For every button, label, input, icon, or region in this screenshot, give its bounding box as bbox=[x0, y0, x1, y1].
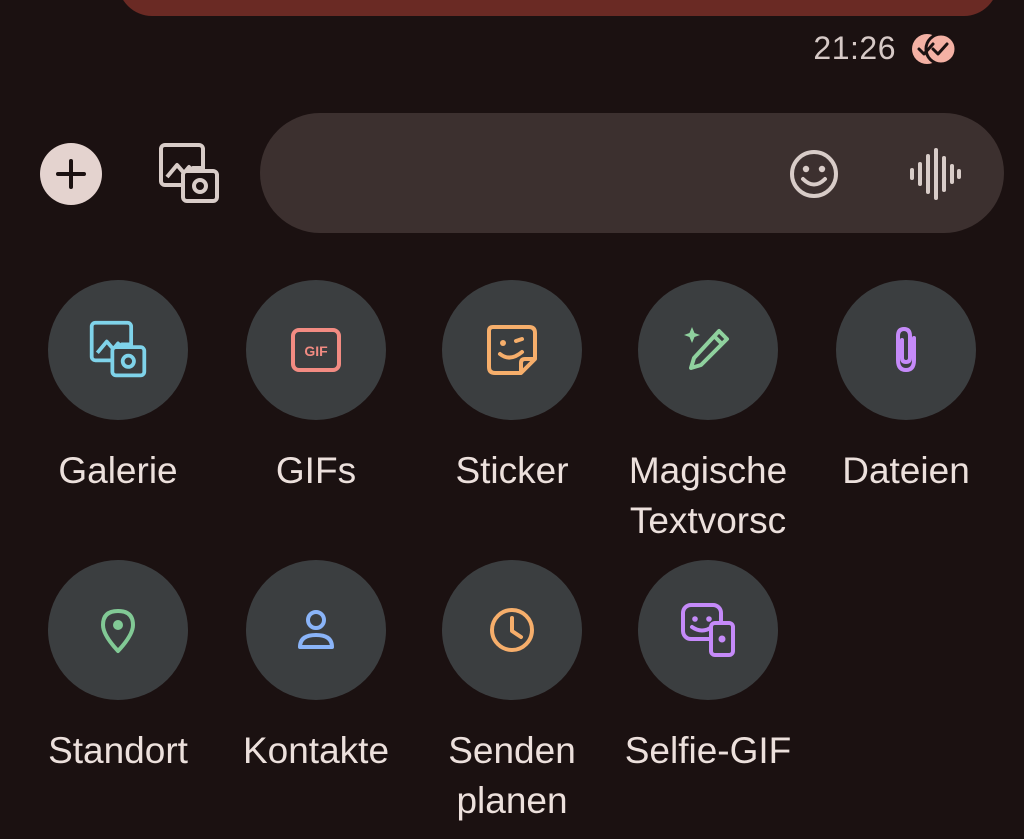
attach-files[interactable]: Dateien bbox=[808, 280, 1004, 496]
attach-files-circle[interactable] bbox=[836, 280, 976, 420]
attach-gallery[interactable]: Galerie bbox=[20, 280, 216, 496]
attach-sticker-label: Sticker bbox=[455, 450, 569, 491]
attach-gifs-circle[interactable]: GIF bbox=[246, 280, 386, 420]
add-attachment-button[interactable] bbox=[40, 143, 102, 205]
attach-magic-compose[interactable]: Magische Textvorsc bbox=[610, 280, 806, 546]
svg-text:GIF: GIF bbox=[304, 343, 328, 359]
voice-message-button[interactable] bbox=[906, 146, 962, 202]
sticker-icon bbox=[487, 325, 537, 375]
message-bubble[interactable] bbox=[118, 0, 998, 16]
attach-magic-compose-label: Magische Textvorsc bbox=[628, 450, 788, 541]
gallery-camera-icon bbox=[159, 143, 219, 203]
attach-gifs-label: GIFs bbox=[275, 450, 357, 491]
read-receipt-icon bbox=[910, 32, 958, 66]
emoji-button[interactable] bbox=[786, 146, 842, 202]
gallery-camera-icon bbox=[89, 320, 147, 378]
selfie-gif-icon bbox=[681, 603, 735, 657]
attach-schedule-send[interactable]: Senden planen bbox=[414, 560, 610, 826]
gallery-button[interactable] bbox=[156, 141, 222, 207]
clock-icon bbox=[490, 608, 534, 652]
attach-location[interactable]: Standort bbox=[20, 560, 216, 776]
attach-schedule-send-label: Senden planen bbox=[448, 730, 576, 821]
attach-location-label: Standort bbox=[48, 730, 188, 771]
attach-sticker[interactable]: Sticker bbox=[414, 280, 610, 496]
attach-contacts-label: Kontakte bbox=[242, 730, 390, 771]
attach-selfie-gif[interactable]: Selfie-GIF bbox=[610, 560, 806, 776]
plus-icon bbox=[56, 159, 86, 189]
paperclip-icon bbox=[896, 326, 916, 373]
attach-selfie-gif-circle[interactable] bbox=[638, 560, 778, 700]
contact-person-icon bbox=[298, 610, 334, 649]
emoji-icon bbox=[790, 150, 838, 198]
attach-schedule-send-circle[interactable] bbox=[442, 560, 582, 700]
magic-pen-icon bbox=[684, 327, 729, 370]
attach-location-circle[interactable] bbox=[48, 560, 188, 700]
attach-gifs[interactable]: GIF GIFs bbox=[218, 280, 414, 496]
location-pin-icon bbox=[101, 609, 135, 653]
voice-waveform-icon bbox=[910, 148, 961, 200]
compose-bar bbox=[0, 113, 1024, 233]
attach-gallery-circle[interactable] bbox=[48, 280, 188, 420]
message-meta: 21:26 bbox=[813, 30, 958, 67]
attach-magic-compose-circle[interactable] bbox=[638, 280, 778, 420]
attach-selfie-gif-label: Selfie-GIF bbox=[624, 730, 792, 771]
message-time: 21:26 bbox=[813, 30, 896, 66]
attach-contacts-circle[interactable] bbox=[246, 560, 386, 700]
attach-sticker-circle[interactable] bbox=[442, 280, 582, 420]
attach-contacts[interactable]: Kontakte bbox=[218, 560, 414, 776]
attach-files-label: Dateien bbox=[842, 450, 970, 491]
message-input-container bbox=[260, 113, 1004, 233]
gif-icon: GIF bbox=[291, 328, 341, 372]
attach-gallery-label: Galerie bbox=[58, 450, 178, 491]
message-input[interactable] bbox=[300, 143, 784, 205]
